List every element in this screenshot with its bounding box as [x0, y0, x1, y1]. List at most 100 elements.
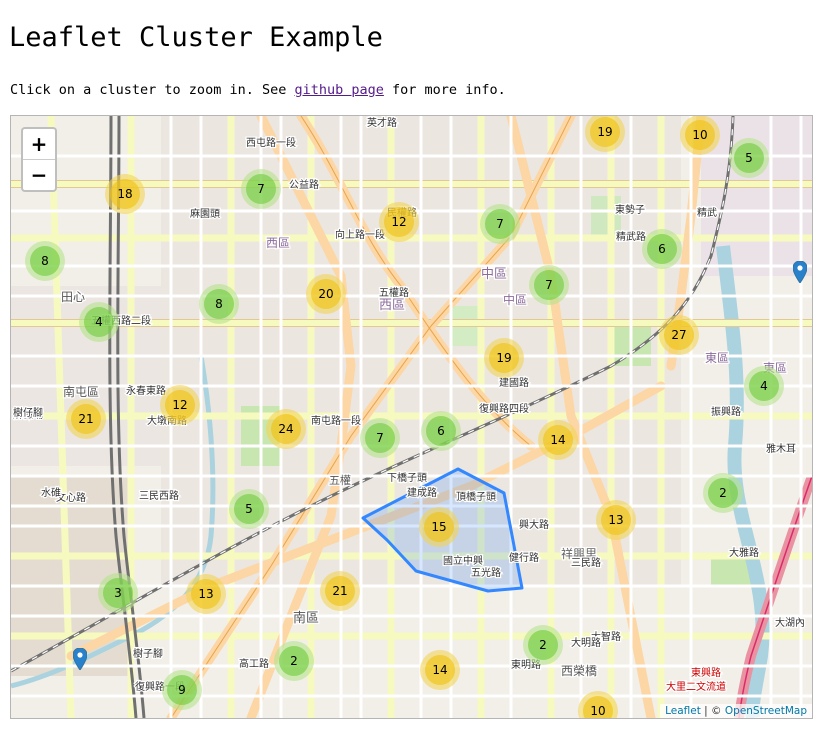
cluster-count: 21: [71, 404, 101, 434]
cluster-count: 6: [647, 234, 677, 264]
map-place-label: 樹子腳: [133, 647, 163, 660]
cluster-count: 18: [110, 179, 140, 209]
marker-cluster[interactable]: 6: [642, 229, 682, 269]
map-place-label: 大湖內: [775, 616, 805, 629]
map-place-label: 水碓: [41, 486, 61, 499]
leaflet-link[interactable]: Leaflet: [665, 705, 701, 717]
map-place-label: 建成路: [407, 486, 437, 499]
marker-cluster[interactable]: 10: [680, 116, 720, 155]
cluster-count: 2: [528, 630, 558, 660]
marker-cluster[interactable]: 2: [523, 625, 563, 665]
marker-cluster[interactable]: 21: [320, 571, 360, 611]
cluster-count: 15: [424, 512, 454, 542]
map-place-label: 高工路: [239, 657, 269, 670]
marker-cluster[interactable]: 15: [419, 507, 459, 547]
marker-cluster[interactable]: 27: [659, 315, 699, 355]
marker-cluster[interactable]: 12: [379, 202, 419, 242]
marker-cluster[interactable]: 8: [25, 241, 65, 281]
map-place-label: 三民路: [571, 556, 601, 569]
cluster-count: 27: [664, 320, 694, 350]
marker-cluster[interactable]: 2: [703, 473, 743, 513]
zoom-out-button[interactable]: −: [23, 160, 55, 190]
map-place-label: 頂橋子頭: [456, 490, 496, 503]
map-place-label: 西屯路一段: [246, 136, 296, 149]
map-place-label: 國立中興: [443, 554, 483, 567]
map-place-label: 下橋子頭: [387, 471, 427, 484]
cluster-count: 2: [279, 646, 309, 676]
cluster-count: 7: [534, 270, 564, 300]
cluster-count: 9: [167, 675, 197, 705]
map-place-label: 大明路: [571, 636, 601, 649]
map-place-label: 五光路: [471, 566, 501, 579]
map-pin-icon[interactable]: [793, 261, 807, 283]
zoom-in-button[interactable]: +: [23, 129, 55, 160]
cluster-count: 8: [204, 289, 234, 319]
marker-cluster[interactable]: 12: [160, 385, 200, 425]
marker-cluster[interactable]: 5: [229, 489, 269, 529]
map-place-label: 東勢子: [615, 203, 645, 216]
marker-cluster[interactable]: 5: [729, 138, 769, 178]
map-place-label: 南區: [293, 610, 319, 626]
cluster-count: 10: [685, 120, 715, 150]
map-place-label: 東興路: [691, 666, 721, 679]
marker-cluster[interactable]: 7: [529, 265, 569, 305]
marker-cluster[interactable]: 4: [744, 366, 784, 406]
map-place-label: 中區: [503, 292, 527, 307]
map-place-label: 中區: [481, 267, 507, 282]
marker-cluster[interactable]: 13: [186, 574, 226, 614]
marker-cluster[interactable]: 2: [274, 641, 314, 681]
map-place-label: 振興路: [711, 405, 741, 418]
cluster-count: 7: [246, 174, 276, 204]
map-place-label: 南屯區: [63, 384, 99, 399]
cluster-count: 13: [601, 505, 631, 535]
marker-cluster[interactable]: 4: [79, 302, 119, 342]
cluster-count: 7: [365, 423, 395, 453]
map-place-label: 雅木耳: [766, 442, 796, 455]
marker-cluster[interactable]: 14: [538, 420, 578, 460]
map-pin-icon[interactable]: [73, 648, 87, 670]
map-place-label: 大里二文流道: [666, 680, 726, 693]
cluster-count: 21: [325, 576, 355, 606]
marker-cluster[interactable]: 13: [596, 500, 636, 540]
marker-cluster[interactable]: 7: [360, 418, 400, 458]
marker-cluster[interactable]: 14: [420, 650, 460, 690]
cluster-count: 4: [749, 371, 779, 401]
cluster-count: 7: [485, 209, 515, 239]
map-place-label: 興大路: [519, 518, 549, 531]
openstreetmap-link[interactable]: OpenStreetMap: [725, 705, 807, 717]
cluster-count: 3: [103, 578, 133, 608]
marker-cluster[interactable]: 7: [480, 204, 520, 244]
marker-cluster[interactable]: 24: [266, 409, 306, 449]
marker-cluster[interactable]: 21: [66, 399, 106, 439]
cluster-count: 6: [426, 416, 456, 446]
marker-cluster[interactable]: 7: [241, 169, 281, 209]
map-place-label: 公益路: [289, 178, 319, 191]
cluster-count: 14: [425, 655, 455, 685]
marker-cluster[interactable]: 3: [98, 573, 138, 613]
map-place-label: 麻園頭: [190, 207, 220, 220]
map-place-label: 五權路: [379, 286, 409, 299]
map-place-label: 三民西路: [139, 489, 179, 502]
marker-cluster[interactable]: 9: [162, 670, 202, 710]
marker-cluster[interactable]: 6: [421, 411, 461, 451]
marker-cluster[interactable]: 19: [484, 338, 524, 378]
attribution-separator: | ©: [700, 705, 725, 717]
cluster-count: 19: [489, 343, 519, 373]
cluster-count: 20: [311, 279, 341, 309]
intro-text-before: Click on a cluster to zoom in. See: [10, 82, 295, 98]
map-place-label: 西區: [266, 236, 290, 250]
marker-cluster[interactable]: 18: [105, 174, 145, 214]
cluster-count: 12: [384, 207, 414, 237]
cluster-count: 5: [234, 494, 264, 524]
map-container[interactable]: 西區中區西區中區東區東區南屯區南區田心五權西屯路一段英才路五權路民權路公益路向上…: [10, 115, 813, 719]
intro-text-after: for more info.: [383, 82, 506, 98]
cluster-count: 14: [543, 425, 573, 455]
cluster-count: 10: [583, 696, 613, 718]
map-place-label: 田心: [61, 290, 85, 304]
cluster-count: 19: [590, 117, 620, 147]
zoom-control: + −: [21, 127, 57, 192]
github-page-link[interactable]: github page: [294, 82, 383, 98]
marker-cluster[interactable]: 20: [306, 274, 346, 314]
marker-cluster[interactable]: 8: [199, 284, 239, 324]
map-place-label: 五權: [329, 474, 351, 487]
